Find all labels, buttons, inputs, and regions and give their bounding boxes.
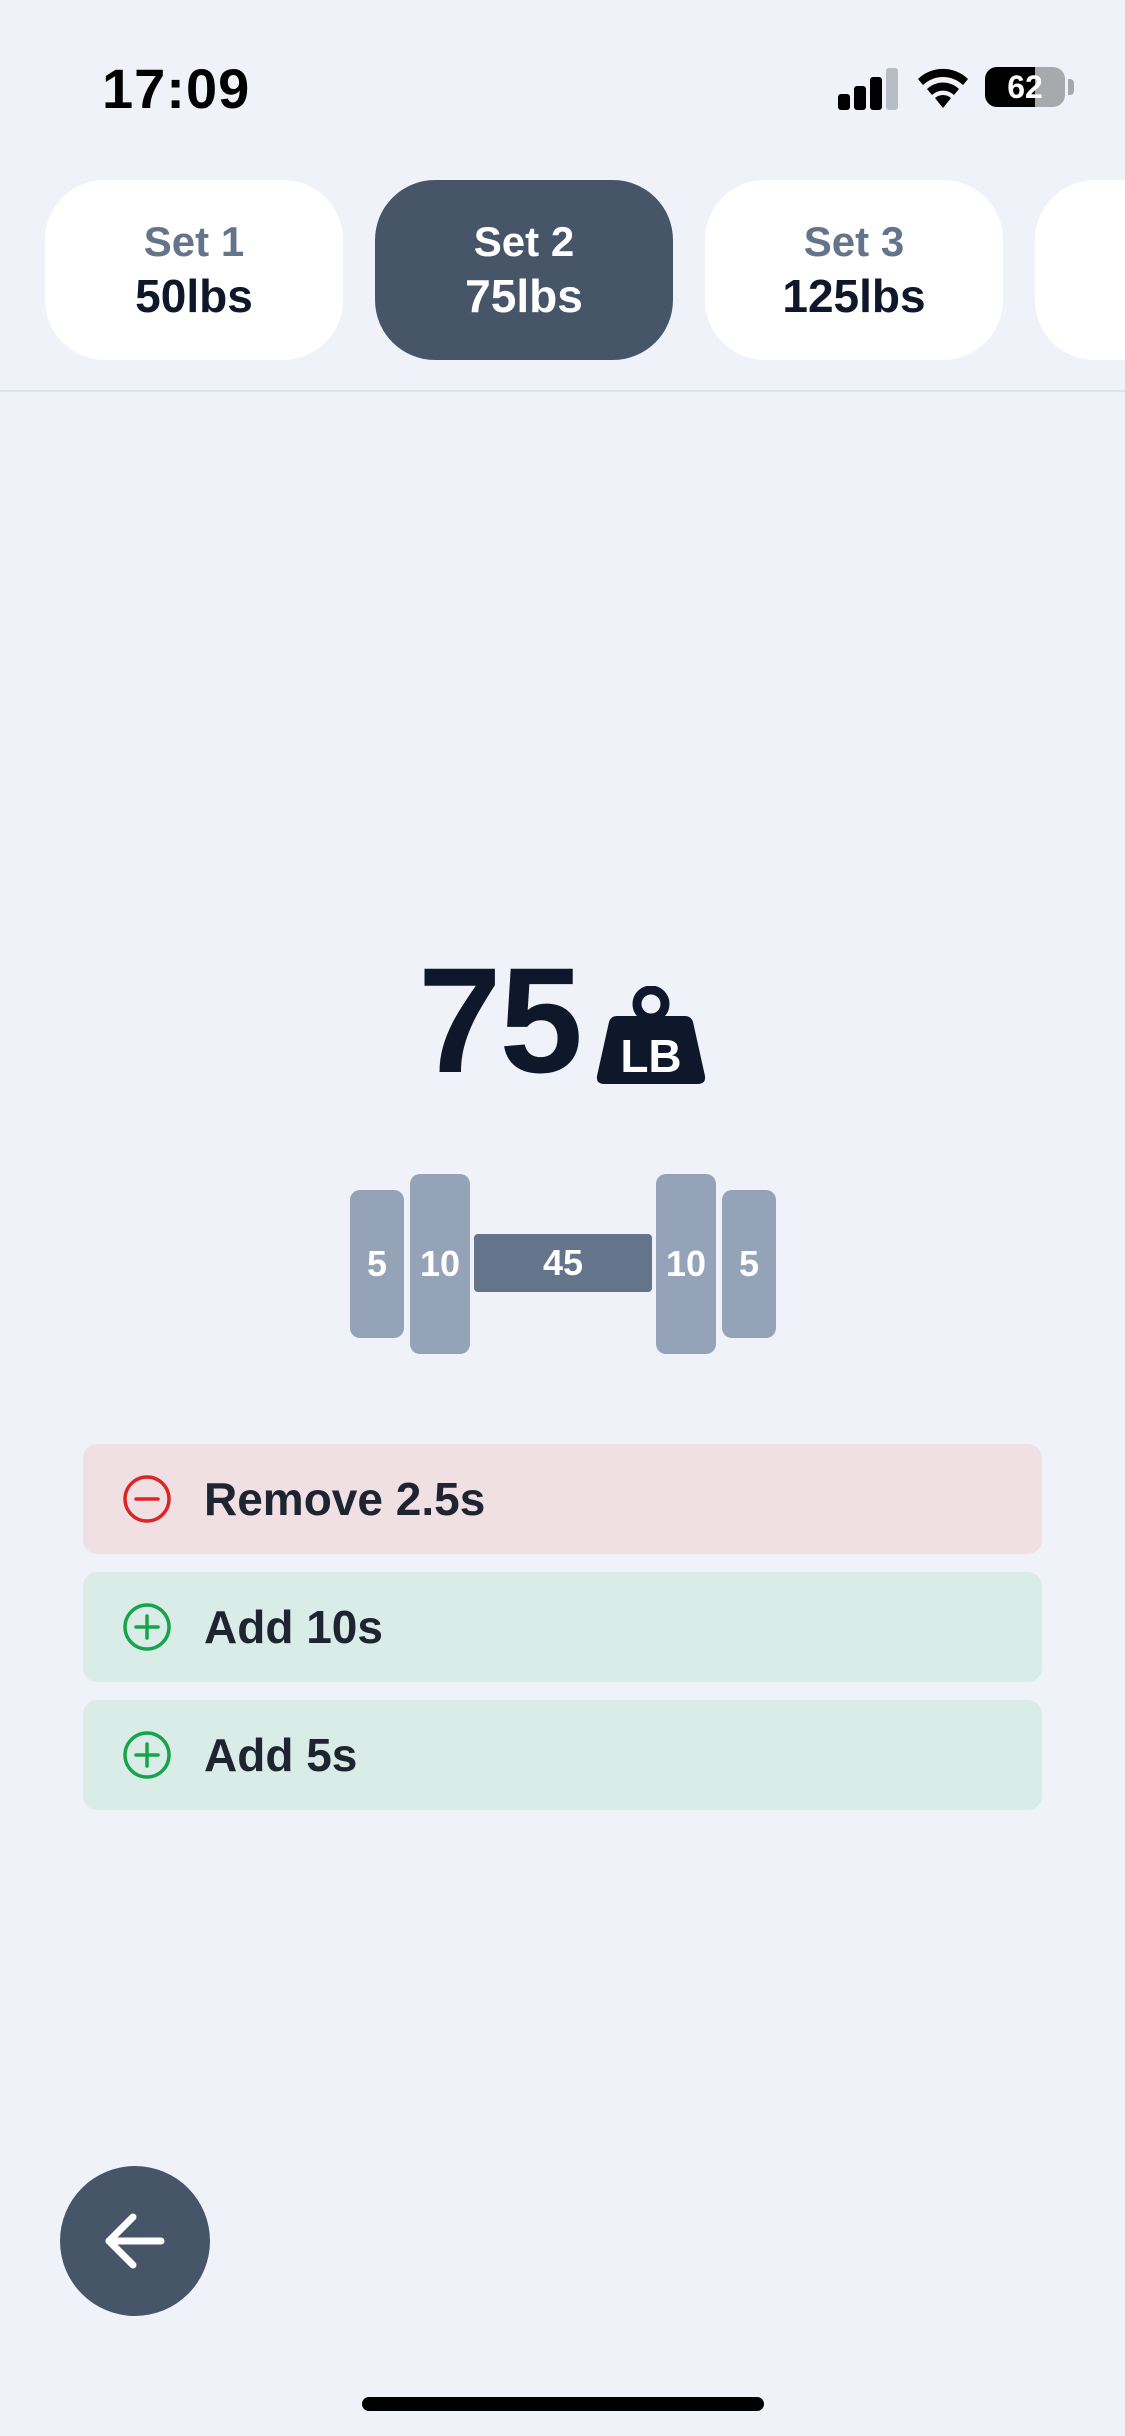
barbell-diagram: 5 10 45 10 5 bbox=[0, 1170, 1125, 1356]
minus-circle-icon bbox=[123, 1475, 171, 1523]
lb-icon-text: LB bbox=[620, 1030, 681, 1082]
action-label: Remove 2.5s bbox=[204, 1473, 486, 1525]
arrow-left-icon bbox=[105, 2213, 165, 2269]
set-selector: Set 1 50lbs Set 2 75lbs Set 3 125lbs 1 bbox=[0, 178, 1125, 362]
plate-calculator-screen: 17:09 62 Set 1 50lbs Set 2 75lbs Set 3 1… bbox=[0, 0, 1125, 2436]
set-weight: 50lbs bbox=[135, 270, 253, 322]
bar: 45 bbox=[474, 1234, 652, 1292]
battery-tip bbox=[1068, 79, 1074, 95]
set-tab-1[interactable]: Set 1 50lbs bbox=[45, 180, 343, 360]
battery-percent: 62 bbox=[1007, 69, 1043, 105]
plate-right-outer: 5 bbox=[722, 1190, 776, 1338]
action-label: Add 10s bbox=[204, 1601, 383, 1653]
lb-weight-icon: LB bbox=[596, 986, 706, 1084]
signal-icon bbox=[838, 66, 898, 110]
set-weight: 75lbs bbox=[465, 270, 583, 322]
header-divider bbox=[0, 390, 1125, 392]
status-bar: 17:09 62 bbox=[0, 0, 1125, 150]
current-weight-display: 75 LB bbox=[0, 940, 1125, 1100]
wifi-icon bbox=[918, 68, 968, 108]
set-name: Set 1 bbox=[143, 218, 245, 265]
add-5s-button[interactable]: Add 5s bbox=[83, 1700, 1042, 1810]
plus-circle-icon bbox=[123, 1603, 171, 1651]
plate-right-inner: 10 bbox=[656, 1174, 716, 1354]
remove-2-5s-button[interactable]: Remove 2.5s bbox=[83, 1444, 1042, 1554]
set-weight: 125lbs bbox=[782, 270, 926, 322]
plate-actions-list: Remove 2.5s Add 10s Add 5s bbox=[83, 1444, 1042, 1828]
set-name: Set 3 bbox=[803, 218, 905, 265]
add-10s-button[interactable]: Add 10s bbox=[83, 1572, 1042, 1682]
battery-icon: 62 bbox=[985, 67, 1065, 107]
back-button[interactable] bbox=[60, 2166, 210, 2316]
action-label: Add 5s bbox=[204, 1729, 358, 1781]
set-tab-3[interactable]: Set 3 125lbs bbox=[705, 180, 1003, 360]
plate-left-inner: 10 bbox=[410, 1174, 470, 1354]
set-tab-2[interactable]: Set 2 75lbs bbox=[375, 180, 673, 360]
plus-circle-icon bbox=[123, 1731, 171, 1779]
current-weight-value: 75 bbox=[418, 936, 583, 1104]
home-indicator[interactable] bbox=[362, 2397, 764, 2411]
set-tab-4[interactable]: 1 bbox=[1035, 180, 1125, 360]
set-name: Set 2 bbox=[473, 218, 575, 265]
status-time: 17:09 bbox=[102, 57, 251, 120]
plate-left-outer: 5 bbox=[350, 1190, 404, 1338]
